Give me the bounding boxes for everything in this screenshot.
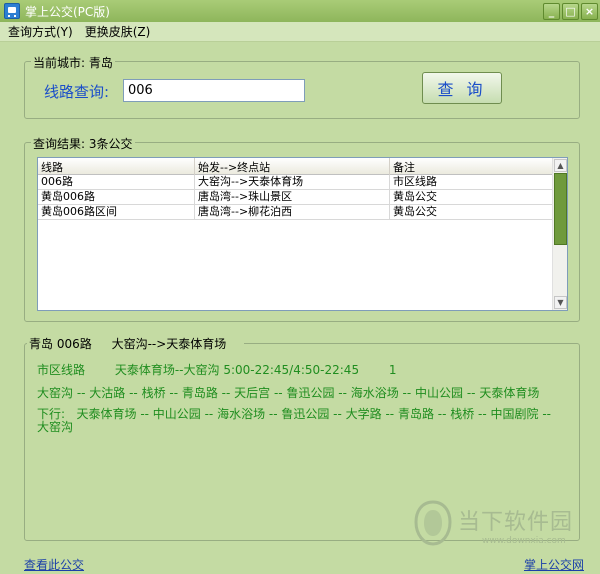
- row-route: 黄岛006路: [38, 190, 195, 204]
- menu-bar: 查询方式(Y) 更换皮肤(Z): [0, 22, 600, 42]
- table-row[interactable]: 黄岛006路 唐岛湾-->珠山景区 黄岛公交: [38, 190, 552, 205]
- title-bar[interactable]: 掌上公交(PC版) _ □ ×: [0, 0, 600, 22]
- column-header-route[interactable]: 线路: [38, 158, 195, 175]
- bus-app-icon: [4, 3, 20, 19]
- table-row[interactable]: 黄岛006路区间 唐岛湾-->柳花泊西 黄岛公交: [38, 205, 552, 220]
- row-stations: 唐岛湾-->珠山景区: [195, 190, 390, 204]
- detail-down-stops: 下行: 天泰体育场 -- 中山公园 -- 海水浴场 -- 鲁迅公园 -- 大学路…: [37, 408, 565, 434]
- column-header-note[interactable]: 备注: [390, 158, 552, 175]
- results-group: 查询结果: 3条公交 线路 始发-->终点站 备注 006路 大窑沟-->天泰体…: [24, 135, 580, 322]
- maximize-button[interactable]: □: [562, 2, 579, 20]
- query-button[interactable]: 查 询: [422, 72, 502, 104]
- route-query-label: 线路查询:: [44, 83, 110, 101]
- detail-route-name: 青岛 006路: [29, 337, 92, 351]
- table-row[interactable]: 006路 大窑沟-->天泰体育场 市区线路: [38, 175, 552, 190]
- minimize-button[interactable]: _: [543, 2, 560, 20]
- detail-endpoints: 大窑沟-->天泰体育场: [111, 337, 227, 351]
- row-note: 黄岛公交: [393, 205, 437, 218]
- watermark-name: 当下软件园: [458, 510, 574, 535]
- detail-route-type: 市区线路: [37, 363, 86, 377]
- row-route: 006路: [38, 175, 195, 189]
- menu-query-mode[interactable]: 查询方式(Y): [0, 23, 77, 40]
- results-scrollbar[interactable]: ▲ ▼: [552, 158, 567, 310]
- row-stations: 唐岛湾-->柳花泊西: [195, 205, 390, 219]
- bus-website-link[interactable]: 掌上公交网: [524, 556, 584, 573]
- detail-down-stop-list: 天泰体育场 -- 中山公园 -- 海水浴场 -- 鲁迅公园 -- 大学路 -- …: [37, 407, 552, 434]
- results-title: 查询结果: 3条公交: [31, 135, 135, 152]
- results-list-header: 线路 始发-->终点站 备注: [38, 158, 552, 175]
- current-city-title: 当前城市: 青岛: [31, 54, 115, 71]
- detail-fare: 1: [388, 363, 397, 377]
- row-note: 市区线路: [393, 175, 437, 188]
- route-detail-heading: 青岛 006路 大窑沟-->天泰体育场: [27, 335, 245, 352]
- close-button[interactable]: ×: [581, 2, 598, 20]
- scroll-down-arrow-icon[interactable]: ▼: [554, 296, 567, 309]
- watermark-logo-icon: [414, 500, 452, 546]
- scroll-up-arrow-icon[interactable]: ▲: [554, 159, 567, 172]
- row-note: 黄岛公交: [393, 190, 437, 203]
- menu-change-skin[interactable]: 更换皮肤(Z): [77, 23, 155, 40]
- results-list-body: 006路 大窑沟-->天泰体育场 市区线路 黄岛006路 唐岛湾-->珠山景区 …: [38, 175, 552, 220]
- results-list[interactable]: 线路 始发-->终点站 备注 006路 大窑沟-->天泰体育场 市区线路 黄岛0…: [37, 157, 568, 311]
- row-route: 黄岛006路区间: [38, 205, 195, 219]
- scroll-thumb[interactable]: [554, 173, 567, 245]
- watermark-url: www.downxia.com: [482, 536, 566, 546]
- detail-summary: 市区线路 天泰体育场--大窑沟 5:00-22:45/4:50-22:45 1: [37, 361, 423, 378]
- watermark: 当下软件园 www.downxia.com: [414, 500, 584, 556]
- window-title: 掌上公交(PC版): [25, 4, 110, 19]
- detail-up-stops: 大窑沟 -- 大沽路 -- 栈桥 -- 青岛路 -- 天后宫 -- 鲁迅公园 -…: [37, 386, 540, 400]
- view-bus-link[interactable]: 查看此公交: [24, 556, 84, 573]
- query-group: 当前城市: 青岛 线路查询: 查 询: [24, 54, 580, 119]
- detail-schedule: 天泰体育场--大窑沟 5:00-22:45/4:50-22:45: [114, 363, 360, 377]
- detail-down-label: 下行:: [37, 407, 66, 421]
- route-query-input[interactable]: [123, 79, 305, 102]
- row-stations: 大窑沟-->天泰体育场: [195, 175, 390, 189]
- column-header-stations[interactable]: 始发-->终点站: [195, 158, 390, 175]
